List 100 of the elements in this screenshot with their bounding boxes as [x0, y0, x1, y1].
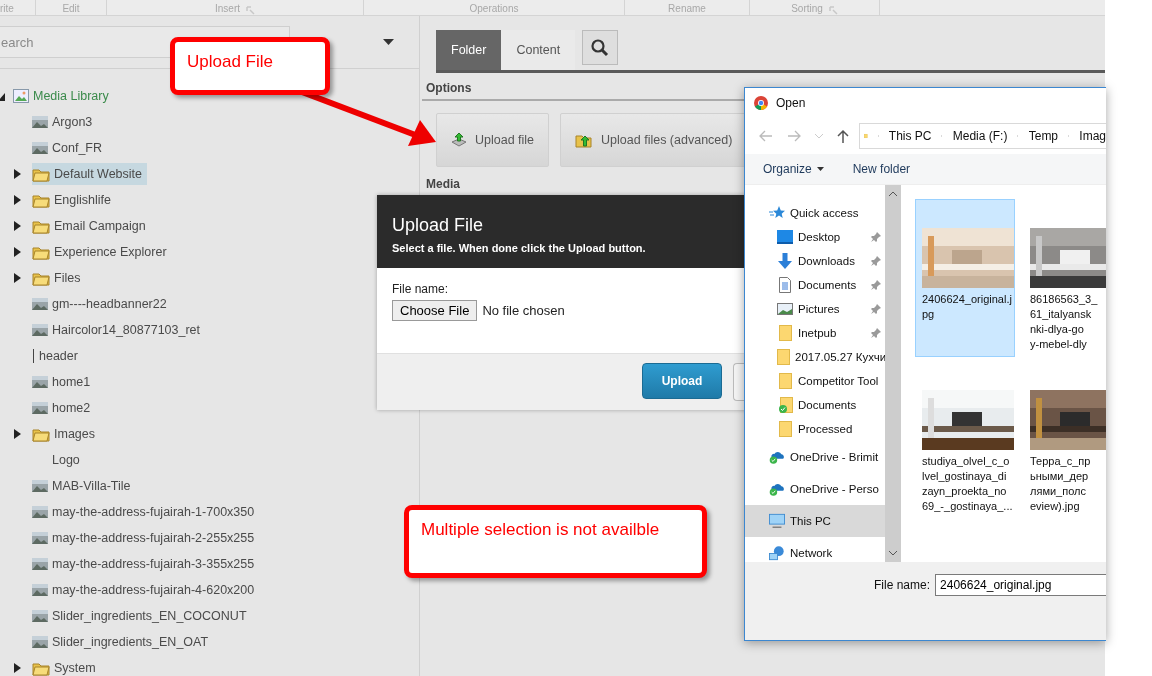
- ribbon-tab[interactable]: Content: [501, 30, 576, 70]
- collapse-icon[interactable]: [0, 91, 5, 101]
- nav-item[interactable]: OneDrive - Brimit: [745, 441, 885, 473]
- folder-icon: [32, 218, 50, 234]
- file-tile[interactable]: 2406624_original.j pg: [915, 199, 1015, 357]
- tree-item-row[interactable]: Media Library: [13, 85, 114, 107]
- selected-tree-item[interactable]: Default Website: [32, 163, 147, 185]
- tree-item-row[interactable]: Argon3: [32, 111, 98, 133]
- tree-item-row[interactable]: home1: [32, 371, 96, 393]
- expand-icon[interactable]: [13, 429, 21, 439]
- tree-item-label: gm----headbanner22: [52, 297, 167, 311]
- callout-tooltip: Upload File: [170, 37, 330, 95]
- tree-item-row[interactable]: header: [32, 345, 83, 367]
- scroll-down-icon[interactable]: [888, 550, 898, 556]
- upload-submit-button[interactable]: Upload: [642, 363, 722, 399]
- pictures-icon: [777, 303, 793, 315]
- folder-icon: [32, 270, 50, 286]
- scrollbar[interactable]: [885, 185, 901, 562]
- tree-item-row[interactable]: Conf_FR: [32, 137, 108, 159]
- browser-logo-icon: [754, 96, 768, 110]
- nav-item[interactable]: Inetpub: [745, 321, 885, 345]
- tree-item-row[interactable]: may-the-address-fujairah-1-700x350: [32, 501, 260, 523]
- dropdown-caret-icon[interactable]: [383, 39, 394, 45]
- nav-item[interactable]: Processed: [745, 417, 885, 441]
- file-name-field[interactable]: 2406624_original.jpg: [935, 574, 1106, 596]
- tree-item-row[interactable]: Slider_ingredients_EN_COCONUT: [32, 605, 252, 627]
- tree-item-row[interactable]: Haircolor14_80877103_ret: [32, 319, 206, 341]
- nav-item[interactable]: 2017.05.27 Кухчи: [745, 345, 885, 369]
- document-icon: [779, 277, 791, 293]
- tree-item-row[interactable]: Email Campaign: [32, 215, 151, 237]
- tree-item-row[interactable]: home2: [32, 397, 96, 419]
- tree-item-row[interactable]: Files: [32, 267, 86, 289]
- tree-item-row[interactable]: gm----headbanner22: [32, 293, 172, 315]
- search-button[interactable]: [582, 30, 619, 65]
- tree-item-row[interactable]: Englishlife: [32, 189, 116, 211]
- expand-icon[interactable]: [13, 169, 21, 179]
- tree-item-label: may-the-address-fujairah-2-255x255: [52, 531, 255, 545]
- image-thumbnail-icon: [32, 376, 48, 388]
- nav-item[interactable]: Network: [745, 537, 885, 562]
- nav-item[interactable]: Pictures: [745, 297, 885, 321]
- expand-icon[interactable]: [13, 195, 21, 205]
- nav-item[interactable]: This PC: [745, 505, 885, 537]
- tree-item-label: Images: [54, 427, 95, 441]
- tree-item-row[interactable]: Images: [32, 423, 100, 445]
- image-thumbnail-icon: [32, 610, 48, 622]
- caret-icon[interactable]: [816, 167, 824, 171]
- field-label: File name:: [874, 578, 931, 592]
- nav-item[interactable]: Desktop: [745, 225, 885, 249]
- upload-icon: [451, 132, 467, 148]
- tree-item-row[interactable]: may-the-address-fujairah-2-255x255: [32, 527, 260, 549]
- tree-item-row[interactable]: may-the-address-fujairah-3-355x255: [32, 553, 260, 575]
- file-tile[interactable]: studiya_olvel_c_o lvel_gostinaya_di zayn_proekta_no 69_-_gostinaya_...: [915, 361, 1015, 519]
- tree-item-label: Media Library: [33, 89, 109, 103]
- tree-item-label: home1: [52, 375, 91, 389]
- image-thumbnail-icon: [32, 558, 48, 570]
- network-icon: [769, 545, 785, 561]
- folder-icon: [778, 421, 792, 437]
- expand-icon[interactable]: [13, 663, 21, 673]
- tree-item-row[interactable]: Experience Explorer: [32, 241, 172, 263]
- file-name: 86186563_3_ 61_italyansk nki-dlya-go y-mebel-dly: [1030, 292, 1096, 352]
- breadcrumb[interactable]: Temp: [1028, 129, 1059, 143]
- image-thumbnail-icon: [32, 584, 48, 596]
- nav-item[interactable]: Documents: [745, 273, 885, 297]
- tree-item-row[interactable]: System: [32, 657, 101, 676]
- nav-item[interactable]: Downloads: [745, 249, 885, 273]
- file-tile[interactable]: Терра_с_пр ьными_дер лями_полс eview).jpg: [1023, 361, 1103, 519]
- nav-item[interactable]: Competitor Tool: [745, 369, 885, 393]
- image-thumbnail-icon: [32, 480, 48, 492]
- tree-item-row[interactable]: Logo: [32, 449, 85, 471]
- tree-item-label: Files: [54, 271, 81, 285]
- nav-item[interactable]: Documents: [745, 393, 885, 417]
- expand-icon[interactable]: [13, 221, 21, 231]
- nav-item[interactable]: OneDrive - Perso: [745, 473, 885, 505]
- folder-icon: [32, 192, 50, 208]
- image-thumbnail-icon: [32, 506, 48, 518]
- image-thumbnail-icon: [32, 116, 48, 128]
- up-arrow-icon[interactable]: [837, 129, 849, 143]
- tree-item-label: Haircolor14_80877103_ret: [52, 323, 201, 337]
- search-icon: [590, 37, 611, 58]
- image-thumbnail-icon: [32, 402, 48, 414]
- scroll-up-icon[interactable]: [888, 191, 898, 197]
- address-bar[interactable]: This PC Media (F:) Temp Imag: [859, 123, 1106, 149]
- nav-item[interactable]: Quick access: [745, 201, 885, 225]
- upload-button[interactable]: Upload file: [436, 113, 550, 167]
- breadcrumb[interactable]: Media (F:): [952, 129, 1008, 143]
- tree-item-row[interactable]: MAB-Villa-Tile: [32, 475, 136, 497]
- breadcrumb[interactable]: This PC: [888, 129, 932, 143]
- field-label: File name:: [392, 282, 450, 296]
- choose-file-button[interactable]: Choose File: [392, 300, 478, 321]
- file-tile[interactable]: 86186563_3_ 61_italyansk nki-dlya-go y-mebel-dly: [1023, 199, 1103, 357]
- tree-item-label: header: [39, 349, 78, 363]
- tree-item-row[interactable]: Slider_ingredients_EN_OAT: [32, 631, 214, 653]
- image-thumbnail-icon: [32, 532, 48, 544]
- folder-icon: [778, 373, 792, 389]
- star-icon: [769, 205, 785, 221]
- expand-icon[interactable]: [13, 273, 21, 283]
- tree-item-row[interactable]: may-the-address-fujairah-4-620x200: [32, 579, 260, 601]
- expand-icon[interactable]: [13, 247, 21, 257]
- ribbon-tab[interactable]: Folder: [436, 30, 502, 70]
- breadcrumb[interactable]: Imag: [1079, 129, 1106, 143]
